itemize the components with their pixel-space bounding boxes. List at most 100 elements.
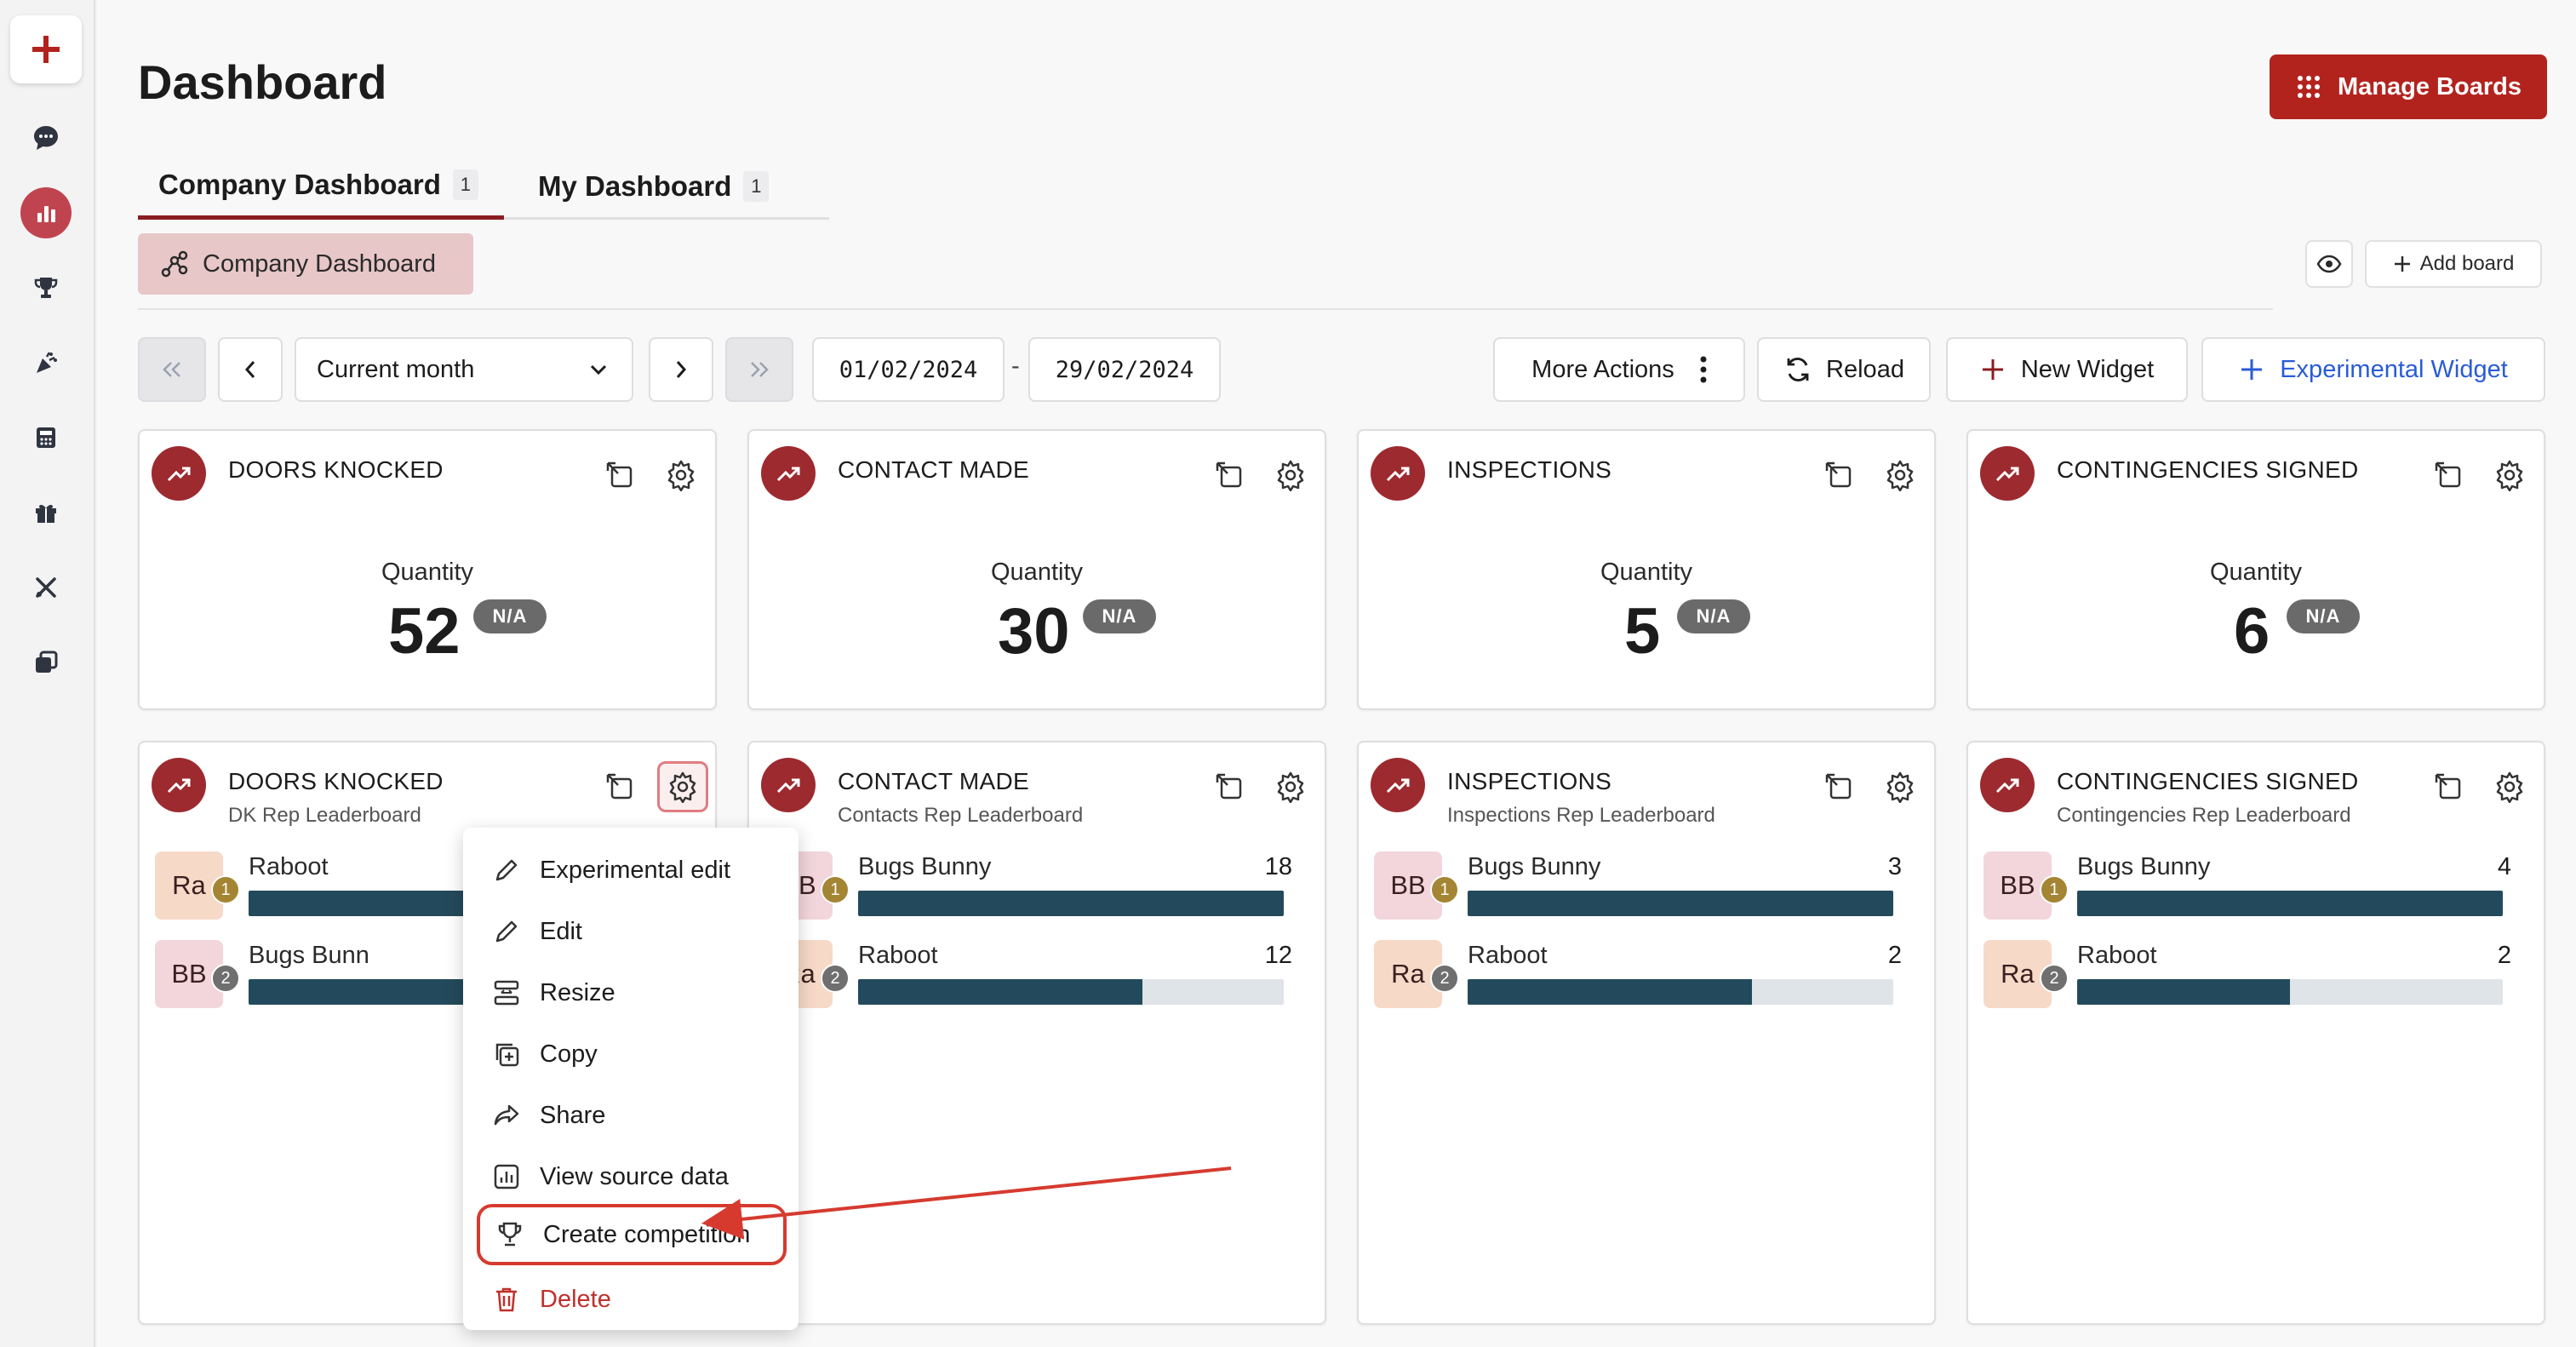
- reload-button[interactable]: Reload: [1757, 337, 1931, 402]
- settings-gear-icon[interactable]: [1881, 768, 1919, 805]
- chevron-left-icon: [244, 361, 255, 378]
- next-period-button[interactable]: [649, 337, 713, 402]
- gift-icon: [36, 504, 56, 523]
- settings-gear-icon[interactable]: [657, 761, 708, 812]
- menu-item-label: Edit: [540, 917, 582, 945]
- sidebar-item-calculator[interactable]: [20, 412, 72, 463]
- sidebar-item-dashboard[interactable]: [20, 187, 72, 238]
- trophy-icon: [34, 278, 58, 298]
- trend-badge: [152, 758, 206, 812]
- share-icon: [494, 1104, 519, 1126]
- card-subtitle: Contingencies Rep Leaderboard: [2057, 804, 2351, 827]
- leaderboard-row: BB 1 Bugs Bunny 4: [1984, 851, 2511, 923]
- leaderboard-card: CONTACT MADE Contacts Rep Leaderboard BB…: [747, 741, 1326, 1325]
- open-icon[interactable]: [1211, 456, 1248, 494]
- menu-item-label: View source data: [540, 1162, 729, 1190]
- rank-badge: 2: [211, 964, 240, 993]
- layers-icon: [36, 651, 58, 673]
- sidebar-item-competitions[interactable]: [20, 262, 72, 313]
- progress-bar: [1468, 979, 1893, 1005]
- card-subtitle: Contacts Rep Leaderboard: [838, 804, 1084, 827]
- first-period-button[interactable]: [138, 337, 206, 402]
- kpi-card: DOORS KNOCKED Quantity 52 N/A: [138, 429, 717, 710]
- double-chevron-right-icon: [751, 362, 769, 377]
- trending-up-icon: [1995, 778, 2019, 794]
- sidebar: [0, 0, 95, 1347]
- menu-item-resize[interactable]: Resize: [463, 962, 799, 1023]
- settings-gear-icon[interactable]: [2491, 456, 2528, 494]
- sidebar-item-layers[interactable]: [20, 637, 72, 688]
- date-from-input[interactable]: 01/02/2024: [812, 337, 1005, 402]
- copy-icon: [495, 1043, 519, 1067]
- open-icon[interactable]: [2430, 768, 2467, 805]
- metric-label: Quantity: [2210, 559, 2302, 586]
- menu-item-create-competition[interactable]: Create competition: [477, 1204, 787, 1265]
- tab-company-dashboard[interactable]: Company Dashboard 1: [138, 153, 504, 220]
- settings-gear-icon[interactable]: [1881, 456, 1919, 494]
- settings-gear-icon[interactable]: [662, 456, 700, 494]
- card-title: INSPECTIONS: [1447, 768, 1612, 794]
- settings-gear-icon[interactable]: [2491, 768, 2528, 805]
- progress-fill: [2077, 891, 2503, 916]
- last-period-button[interactable]: [725, 337, 793, 402]
- comparison-badge: N/A: [2287, 599, 2360, 633]
- chevron-down-icon: [590, 364, 607, 375]
- experimental-widget-button[interactable]: Experimental Widget: [2201, 337, 2545, 402]
- pencil-icon: [495, 920, 518, 943]
- rep-name: Raboot: [1468, 942, 1548, 969]
- pencil-icon: [495, 859, 518, 881]
- rep-value: 3: [1887, 853, 1902, 880]
- more-actions-button[interactable]: More Actions: [1493, 337, 1745, 402]
- reload-label: Reload: [1826, 355, 1904, 383]
- rep-name: Raboot: [2077, 942, 2157, 969]
- progress-bar: [2077, 979, 2503, 1005]
- open-icon[interactable]: [601, 768, 638, 805]
- sidebar-item-chat[interactable]: [20, 112, 72, 163]
- open-icon[interactable]: [1820, 768, 1858, 805]
- trend-badge: [1980, 446, 2035, 501]
- open-icon[interactable]: [1820, 456, 1858, 494]
- open-icon[interactable]: [1211, 768, 1248, 805]
- add-board-label: Add board: [2419, 252, 2515, 275]
- settings-gear-icon[interactable]: [1272, 456, 1309, 494]
- settings-gear-icon[interactable]: [1272, 768, 1309, 805]
- trend-badge: [761, 758, 816, 812]
- create-button[interactable]: [10, 15, 82, 83]
- reload-icon: [1787, 358, 1809, 381]
- sidebar-item-rewards[interactable]: [20, 487, 72, 538]
- chart-icon: [494, 1164, 519, 1189]
- menu-item-experimental-edit[interactable]: Experimental edit: [463, 840, 799, 901]
- menu-item-delete[interactable]: Delete: [463, 1269, 799, 1330]
- comparison-badge: N/A: [1083, 599, 1156, 633]
- manage-boards-button[interactable]: Manage Boards: [2270, 54, 2547, 119]
- menu-item-share[interactable]: Share: [463, 1085, 799, 1146]
- menu-item-edit[interactable]: Edit: [463, 901, 799, 962]
- open-icon[interactable]: [601, 456, 638, 494]
- period-select[interactable]: Current month: [295, 337, 633, 402]
- previous-period-button[interactable]: [218, 337, 283, 402]
- sidebar-item-tools[interactable]: [20, 562, 72, 613]
- add-board-button[interactable]: Add board: [2365, 240, 2542, 288]
- card-title: CONTINGENCIES SIGNED: [2057, 768, 2359, 794]
- board-chip-company-dashboard[interactable]: Company Dashboard: [138, 233, 473, 295]
- sidebar-item-celebrations[interactable]: [20, 337, 72, 388]
- card-title: DOORS KNOCKED: [228, 456, 444, 483]
- card-subtitle: DK Rep Leaderboard: [228, 804, 421, 827]
- menu-item-copy[interactable]: Copy: [463, 1023, 799, 1085]
- more-actions-label: More Actions: [1531, 355, 1674, 383]
- rank-badge: 2: [1430, 964, 1459, 993]
- trend-badge: [1371, 758, 1425, 812]
- new-widget-button[interactable]: New Widget: [1946, 337, 2188, 402]
- visibility-button[interactable]: [2305, 240, 2353, 288]
- trending-up-icon: [776, 467, 800, 482]
- open-icon[interactable]: [2430, 456, 2467, 494]
- menu-item-view-source-data[interactable]: View source data: [463, 1146, 799, 1207]
- rep-name: Bugs Bunn: [249, 942, 369, 969]
- plus-icon: [32, 36, 60, 63]
- rep-value: 2: [2497, 942, 2511, 969]
- kebab-menu-icon: [1700, 356, 1707, 383]
- menu-item-label: Experimental edit: [540, 856, 731, 884]
- card-subtitle: Inspections Rep Leaderboard: [1447, 804, 1715, 827]
- date-to-input[interactable]: 29/02/2024: [1028, 337, 1221, 402]
- tab-my-dashboard[interactable]: My Dashboard 1: [538, 153, 810, 220]
